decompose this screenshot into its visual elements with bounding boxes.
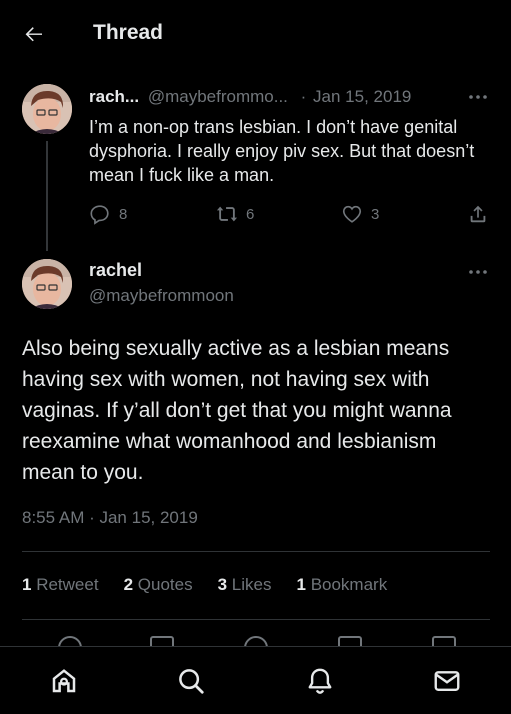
main-display-name[interactable]: rachel — [89, 260, 142, 281]
quotes-stat-label: Quotes — [137, 575, 193, 594]
avatar-photo — [22, 84, 72, 134]
retweet-icon — [216, 206, 238, 222]
more-dots-icon — [469, 270, 487, 274]
avatar[interactable] — [22, 84, 72, 134]
bookmarks-stat-label: Bookmark — [310, 575, 388, 594]
likes-stat-count: 3 — [217, 575, 228, 594]
search-icon — [179, 669, 204, 694]
quotes-stat[interactable]: 2 Quotes — [124, 575, 193, 595]
nav-search-button[interactable] — [175, 665, 207, 697]
bookmark-icon[interactable] — [338, 636, 362, 646]
heart-icon[interactable] — [244, 636, 268, 646]
retweets-stat-count: 1 — [22, 575, 32, 594]
bookmarks-stat[interactable]: 1 Bookmark — [296, 575, 387, 595]
like-button[interactable]: 3 — [341, 203, 379, 225]
retweets-stat-label: Retweet — [36, 575, 99, 594]
retweets-stat[interactable]: 1 Retweet — [22, 575, 99, 595]
main-action-bar — [22, 636, 490, 646]
divider — [22, 619, 490, 620]
like-count: 3 — [371, 205, 380, 223]
reply-button[interactable]: 8 — [89, 203, 127, 225]
avatar[interactable] — [22, 259, 72, 309]
main-tweet-text: Also being sexually active as a lesbian … — [22, 337, 452, 484]
bottom-navigation — [0, 646, 511, 714]
main-more-button[interactable] — [466, 262, 490, 282]
reply-icon[interactable] — [58, 636, 82, 646]
more-dots-icon — [469, 95, 487, 99]
meta-separator: · — [300, 87, 307, 106]
main-handle[interactable]: @maybefrommoon — [89, 286, 234, 306]
main-tweet-timestamp[interactable]: 8:55 AM · Jan 15, 2019 — [22, 508, 198, 528]
parent-tweet-meta: rach... @maybefrommo... · Jan 15, 2019 — [89, 87, 411, 107]
parent-display-name[interactable]: rach... — [89, 87, 139, 106]
avatar-photo — [22, 259, 72, 309]
parent-tweet-text: I’m a non-op trans lesbian. I don’t have… — [89, 117, 475, 185]
parent-date[interactable]: Jan 15, 2019 — [313, 87, 411, 106]
share-icon — [470, 205, 486, 223]
bookmarks-stat-count: 1 — [296, 575, 306, 594]
arrow-left-icon — [25, 27, 42, 42]
page-title: Thread — [93, 21, 164, 44]
retweet-count: 6 — [246, 205, 255, 223]
home-icon — [52, 669, 76, 693]
engagement-stats: 1 Retweet 2 Quotes 3 Likes 1 Bookmark — [22, 575, 412, 595]
notifications-icon — [308, 668, 332, 694]
quotes-stat-count: 2 — [123, 575, 134, 594]
nav-messages-button[interactable] — [431, 665, 463, 697]
thread-connector — [46, 141, 48, 251]
top-bar: Thread — [0, 0, 511, 66]
reply-icon — [90, 205, 109, 225]
reply-count: 8 — [119, 205, 128, 223]
share-icon[interactable] — [432, 636, 456, 646]
nav-notifications-button[interactable] — [304, 665, 336, 697]
likes-stat-label: Likes — [231, 575, 272, 594]
parent-handle[interactable]: @maybefrommo... — [148, 87, 288, 106]
messages-icon — [434, 671, 460, 691]
parent-action-bar: 8 6 3 — [89, 203, 489, 229]
heart-icon — [342, 205, 362, 223]
parent-more-button[interactable] — [466, 87, 490, 107]
retweet-button[interactable]: 6 — [216, 203, 254, 225]
nav-home-button[interactable] — [48, 665, 80, 697]
back-button[interactable] — [20, 20, 48, 48]
divider — [22, 551, 490, 552]
retweet-icon[interactable] — [150, 636, 174, 646]
likes-stat[interactable]: 3 Likes — [218, 575, 272, 595]
share-button[interactable] — [467, 203, 489, 225]
